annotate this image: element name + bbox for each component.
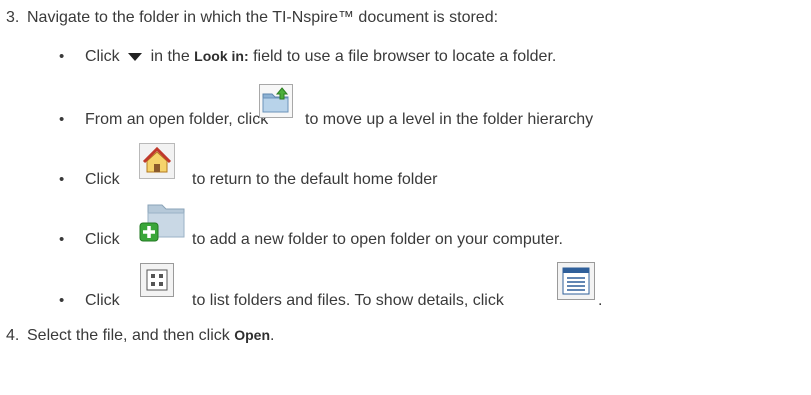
bullet-marker: • — [59, 48, 65, 65]
bullet-3-post: to return to the default home folder — [192, 171, 438, 188]
step-3-number: 3. — [6, 9, 20, 26]
step-4-text: Select the file, and then click Open. — [27, 327, 274, 345]
bullet-marker: • — [59, 111, 65, 128]
bullet-5-post: to list folders and files. To show detai… — [192, 292, 504, 309]
bullet-2-pre: From an open folder, click — [85, 111, 269, 128]
bullet-marker: • — [59, 231, 65, 248]
dropdown-triangle-icon — [128, 52, 143, 61]
look-in-label: Look in: — [194, 48, 249, 64]
list-view-icon — [140, 263, 174, 297]
details-view-icon — [557, 262, 595, 300]
bullet-1-mid: in the — [150, 48, 190, 65]
bullet-3-pre: Click — [85, 171, 120, 188]
bullet-marker: • — [59, 171, 65, 188]
step-4-number: 4. — [6, 327, 20, 344]
bullet-marker: • — [59, 292, 65, 309]
bullet-5-end: . — [598, 292, 603, 309]
bullet-1-text: Click in the Look in: field to use a fil… — [85, 48, 556, 66]
bullet-1-post: field to use a file browser to locate a … — [253, 48, 557, 65]
home-icon — [139, 143, 175, 179]
bullet-5-pre: Click — [85, 292, 120, 309]
step-4-end: . — [270, 327, 275, 344]
new-folder-icon — [139, 204, 185, 242]
folder-up-icon — [259, 84, 293, 118]
step-3-text: Navigate to the folder in which the TI-N… — [27, 9, 499, 26]
bullet-2-post: to move up a level in the folder hierarc… — [305, 111, 594, 128]
open-label: Open — [234, 327, 271, 343]
bullet-4-post: to add a new folder to open folder on yo… — [192, 231, 563, 248]
bullet-1-pre: Click — [85, 48, 120, 65]
step-4-pre: Select the file, and then click — [27, 327, 230, 344]
bullet-4-pre: Click — [85, 231, 120, 248]
